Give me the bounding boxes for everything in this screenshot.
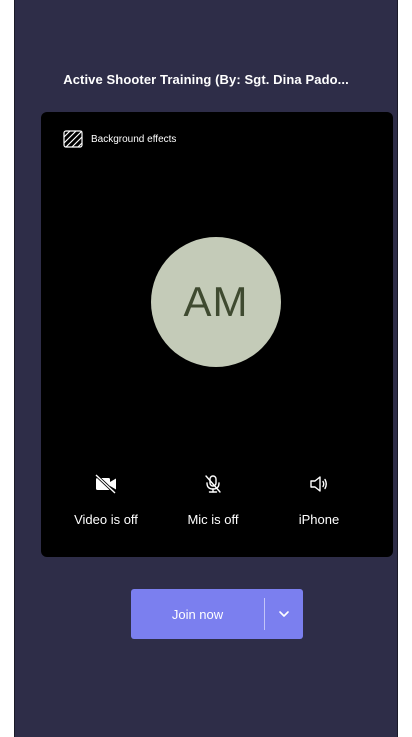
chevron-down-icon: [278, 605, 290, 623]
mic-off-icon: [203, 474, 223, 494]
avatar-initials: AM: [183, 278, 249, 325]
mic-toggle[interactable]: Mic is off: [163, 474, 263, 527]
background-effects-button[interactable]: Background effects: [63, 130, 176, 148]
pre-join-screen: Active Shooter Training (By: Sgt. Dina P…: [14, 0, 398, 737]
audio-device-label: iPhone: [298, 512, 340, 527]
join-now-button[interactable]: Join now: [131, 589, 264, 639]
video-toggle[interactable]: Video is off: [56, 474, 156, 527]
mic-status-label: Mic is off: [187, 512, 239, 527]
audio-device-button[interactable]: iPhone: [269, 474, 369, 527]
video-off-icon: [94, 474, 118, 494]
avatar: AM: [151, 237, 281, 367]
background-effects-label: Background effects: [91, 133, 177, 145]
meeting-title: Active Shooter Training (By: Sgt. Dina P…: [63, 72, 349, 87]
join-button-group: Join now: [131, 589, 303, 639]
join-options-dropdown[interactable]: [265, 589, 303, 639]
speaker-icon: [309, 474, 329, 494]
video-preview: Background effects AM Video is off Mic i…: [41, 112, 393, 557]
background-effects-icon: [63, 130, 83, 148]
video-status-label: Video is off: [74, 512, 138, 527]
